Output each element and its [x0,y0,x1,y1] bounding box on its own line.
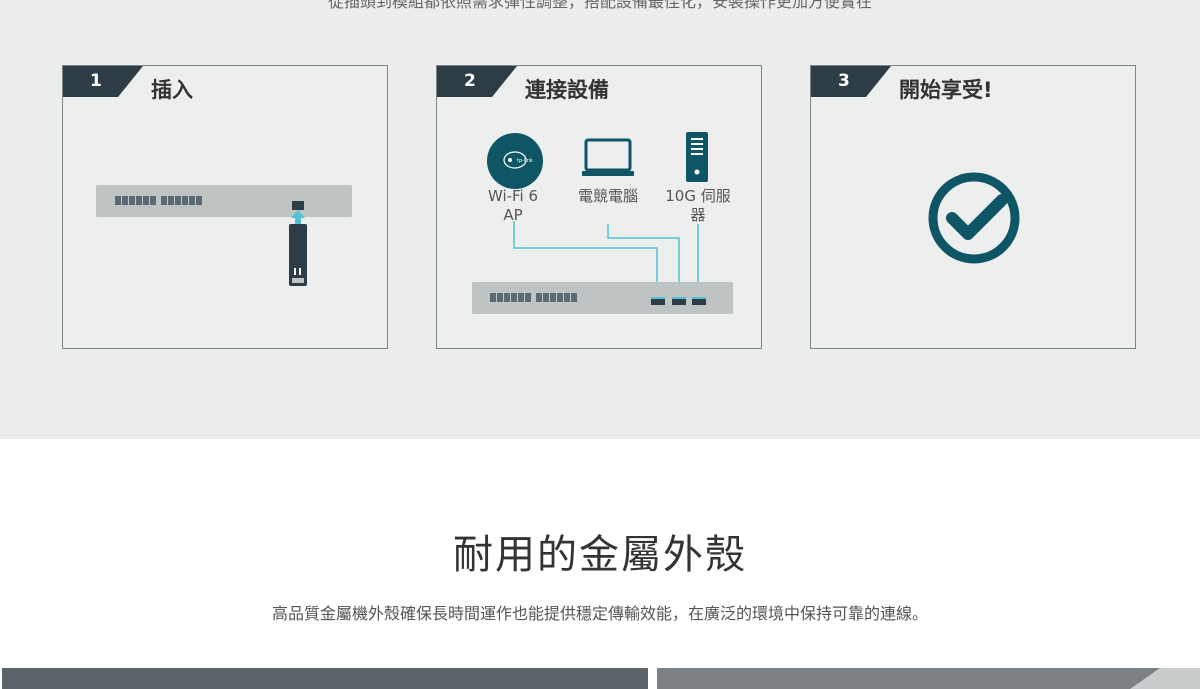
step-badge: 1 [63,66,143,97]
section-description: 高品質金屬機外殼確保長時間運作也能提供穩定傳輸效能，在廣泛的環境中保持可靠的連線… [271,604,928,623]
section-heading: 耐用的金屬外殼 [453,532,747,578]
step-title: 開始享受! [899,78,993,102]
product-image-right [657,668,1200,689]
access-point-icon: tp-link [487,133,543,189]
sfp-ports-connected [651,297,706,305]
step-title: 插入 [151,78,193,102]
installation-steps-section: 從插頭到模組都依照需求彈性調整，搭配設備最佳化，安裝操作更加方便實在 1 插入 … [0,0,1200,439]
laptop-icon [582,138,634,176]
sfp-module-icon [289,224,307,286]
server-icon [686,132,708,182]
device-label-ap: Wi-Fi 6 AP [487,187,539,224]
section-subtitle-cut: 從插頭到模組都依照需求彈性調整，搭配設備最佳化，安裝操作更加方便實在 [327,0,872,11]
step-card-enjoy: 3 開始享受! [810,65,1136,349]
product-image-left [2,668,648,689]
switch-ports [115,196,202,205]
svg-text:tp-link: tp-link [517,158,533,164]
device-label-server: 10G 伺服器 [665,187,731,224]
device-label-pc: 電競電腦 [577,187,638,205]
checkmark-circle-icon [928,172,1020,264]
switch-ports [490,293,577,302]
step-card-plug-in: 1 插入 [62,65,388,349]
step-badge: 3 [811,66,891,97]
step-card-connect-devices: 2 連接設備 tp-link Wi-Fi 6 AP 電競電腦 10G 伺服 器 [436,65,762,349]
